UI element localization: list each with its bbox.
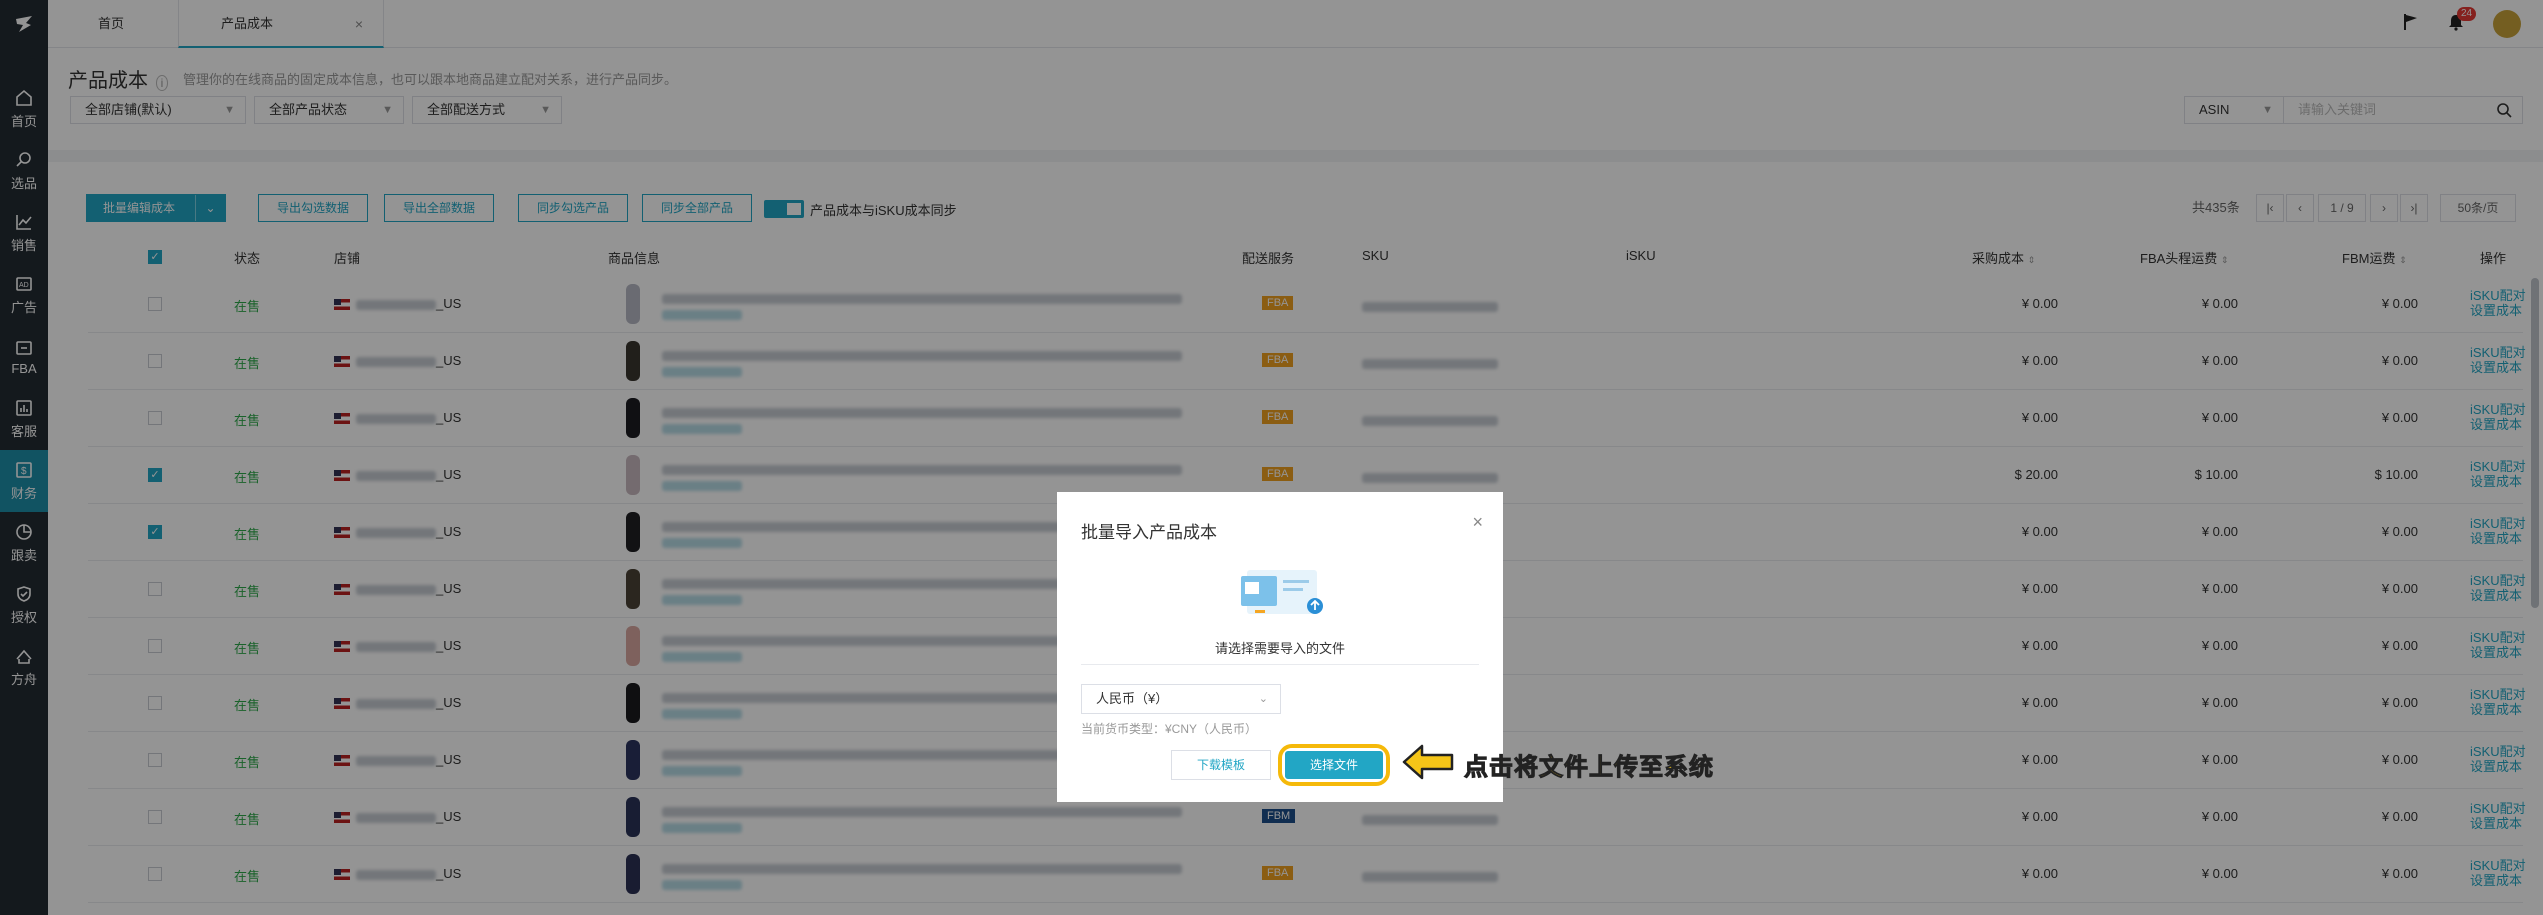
upload-illustration-icon	[1235, 566, 1331, 626]
dialog-title: 批量导入产品成本	[1081, 523, 1217, 542]
divider	[1081, 664, 1479, 665]
choose-file-label: 选择文件	[1285, 751, 1383, 779]
choose-file-button[interactable]: 选择文件	[1278, 744, 1390, 786]
callout-annotation: 点击将文件上传至系统	[1400, 742, 1714, 787]
download-template-button[interactable]: 下载模板	[1171, 750, 1271, 780]
close-icon[interactable]: ×	[1472, 512, 1483, 533]
currency-select[interactable]: 人民币（¥） ⌄	[1081, 684, 1281, 714]
callout-text: 点击将文件上传至系统	[1464, 754, 1714, 782]
dialog-hint: 请选择需要导入的文件	[1214, 641, 1345, 656]
chevron-down-icon: ⌄	[1258, 693, 1268, 705]
currency-value: 人民币（¥）	[1096, 691, 1169, 706]
arrow-left-icon	[1400, 742, 1456, 787]
currency-note: 当前货币类型：¥CNY（人民币）	[1081, 722, 1258, 736]
